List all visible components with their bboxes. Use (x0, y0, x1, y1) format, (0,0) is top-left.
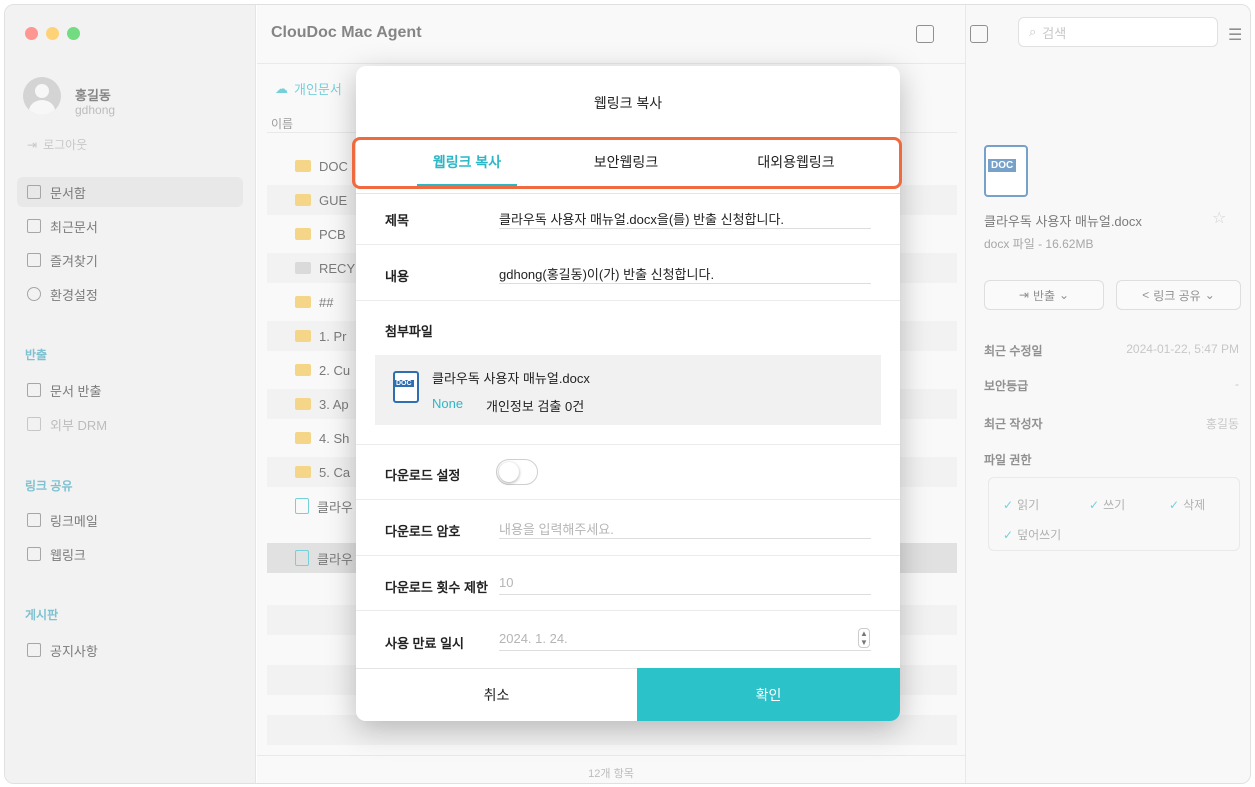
content-field: 내용 gdhong(홍길동)이(가) 반출 신청합니다. (356, 245, 900, 301)
doc-file-icon: DOC (393, 371, 419, 403)
subject-field: 제목 클라우독 사용자 매뉴얼.docx을(를) 반출 신청합니다. (356, 194, 900, 245)
doc-badge: DOC (394, 380, 414, 387)
download-password-field: 다운로드 암호 내용을 입력해주세요. (356, 500, 900, 556)
download-setting-label: 다운로드 설정 (385, 468, 461, 483)
subject-label: 제목 (385, 213, 409, 228)
expire-field: 사용 만료 일시 2024. 1. 24. (356, 611, 900, 668)
download-setting-field: 다운로드 설정 (356, 445, 900, 500)
content-label: 내용 (385, 269, 409, 284)
download-password-input[interactable]: 내용을 입력해주세요. (499, 516, 871, 539)
attachment-label: 첨부파일 (385, 324, 433, 339)
dialog-title: 웹링크 복사 (593, 95, 663, 111)
date-stepper[interactable]: ▲ ▼ (858, 628, 870, 648)
attachment-name: 클라우독 사용자 매뉴얼.docx (432, 371, 590, 386)
content-input[interactable]: gdhong(홍길동)이(가) 반출 신청합니다. (499, 261, 871, 284)
attachment-status: None (432, 396, 464, 411)
expire-label: 사용 만료 일시 (385, 636, 464, 651)
confirm-button[interactable]: 확인 (637, 668, 900, 721)
download-password-label: 다운로드 암호 (385, 524, 461, 539)
attachment-item: DOC 클라우독 사용자 매뉴얼.docx None 개인정보 검출 0건 (375, 355, 881, 425)
subject-input[interactable]: 클라우독 사용자 매뉴얼.docx을(를) 반출 신청합니다. (499, 206, 871, 229)
expire-date-input[interactable]: 2024. 1. 24. (499, 628, 871, 651)
download-limit-field: 다운로드 횟수 제한 10 (356, 556, 900, 611)
download-setting-toggle[interactable] (496, 459, 538, 485)
attachment-pii: 개인정보 검출 0건 (486, 399, 585, 414)
tab-highlight-annotation (352, 137, 902, 189)
download-limit-label: 다운로드 횟수 제한 (385, 580, 488, 595)
download-limit-input[interactable]: 10 (499, 572, 871, 595)
cancel-button[interactable]: 취소 (356, 668, 637, 721)
